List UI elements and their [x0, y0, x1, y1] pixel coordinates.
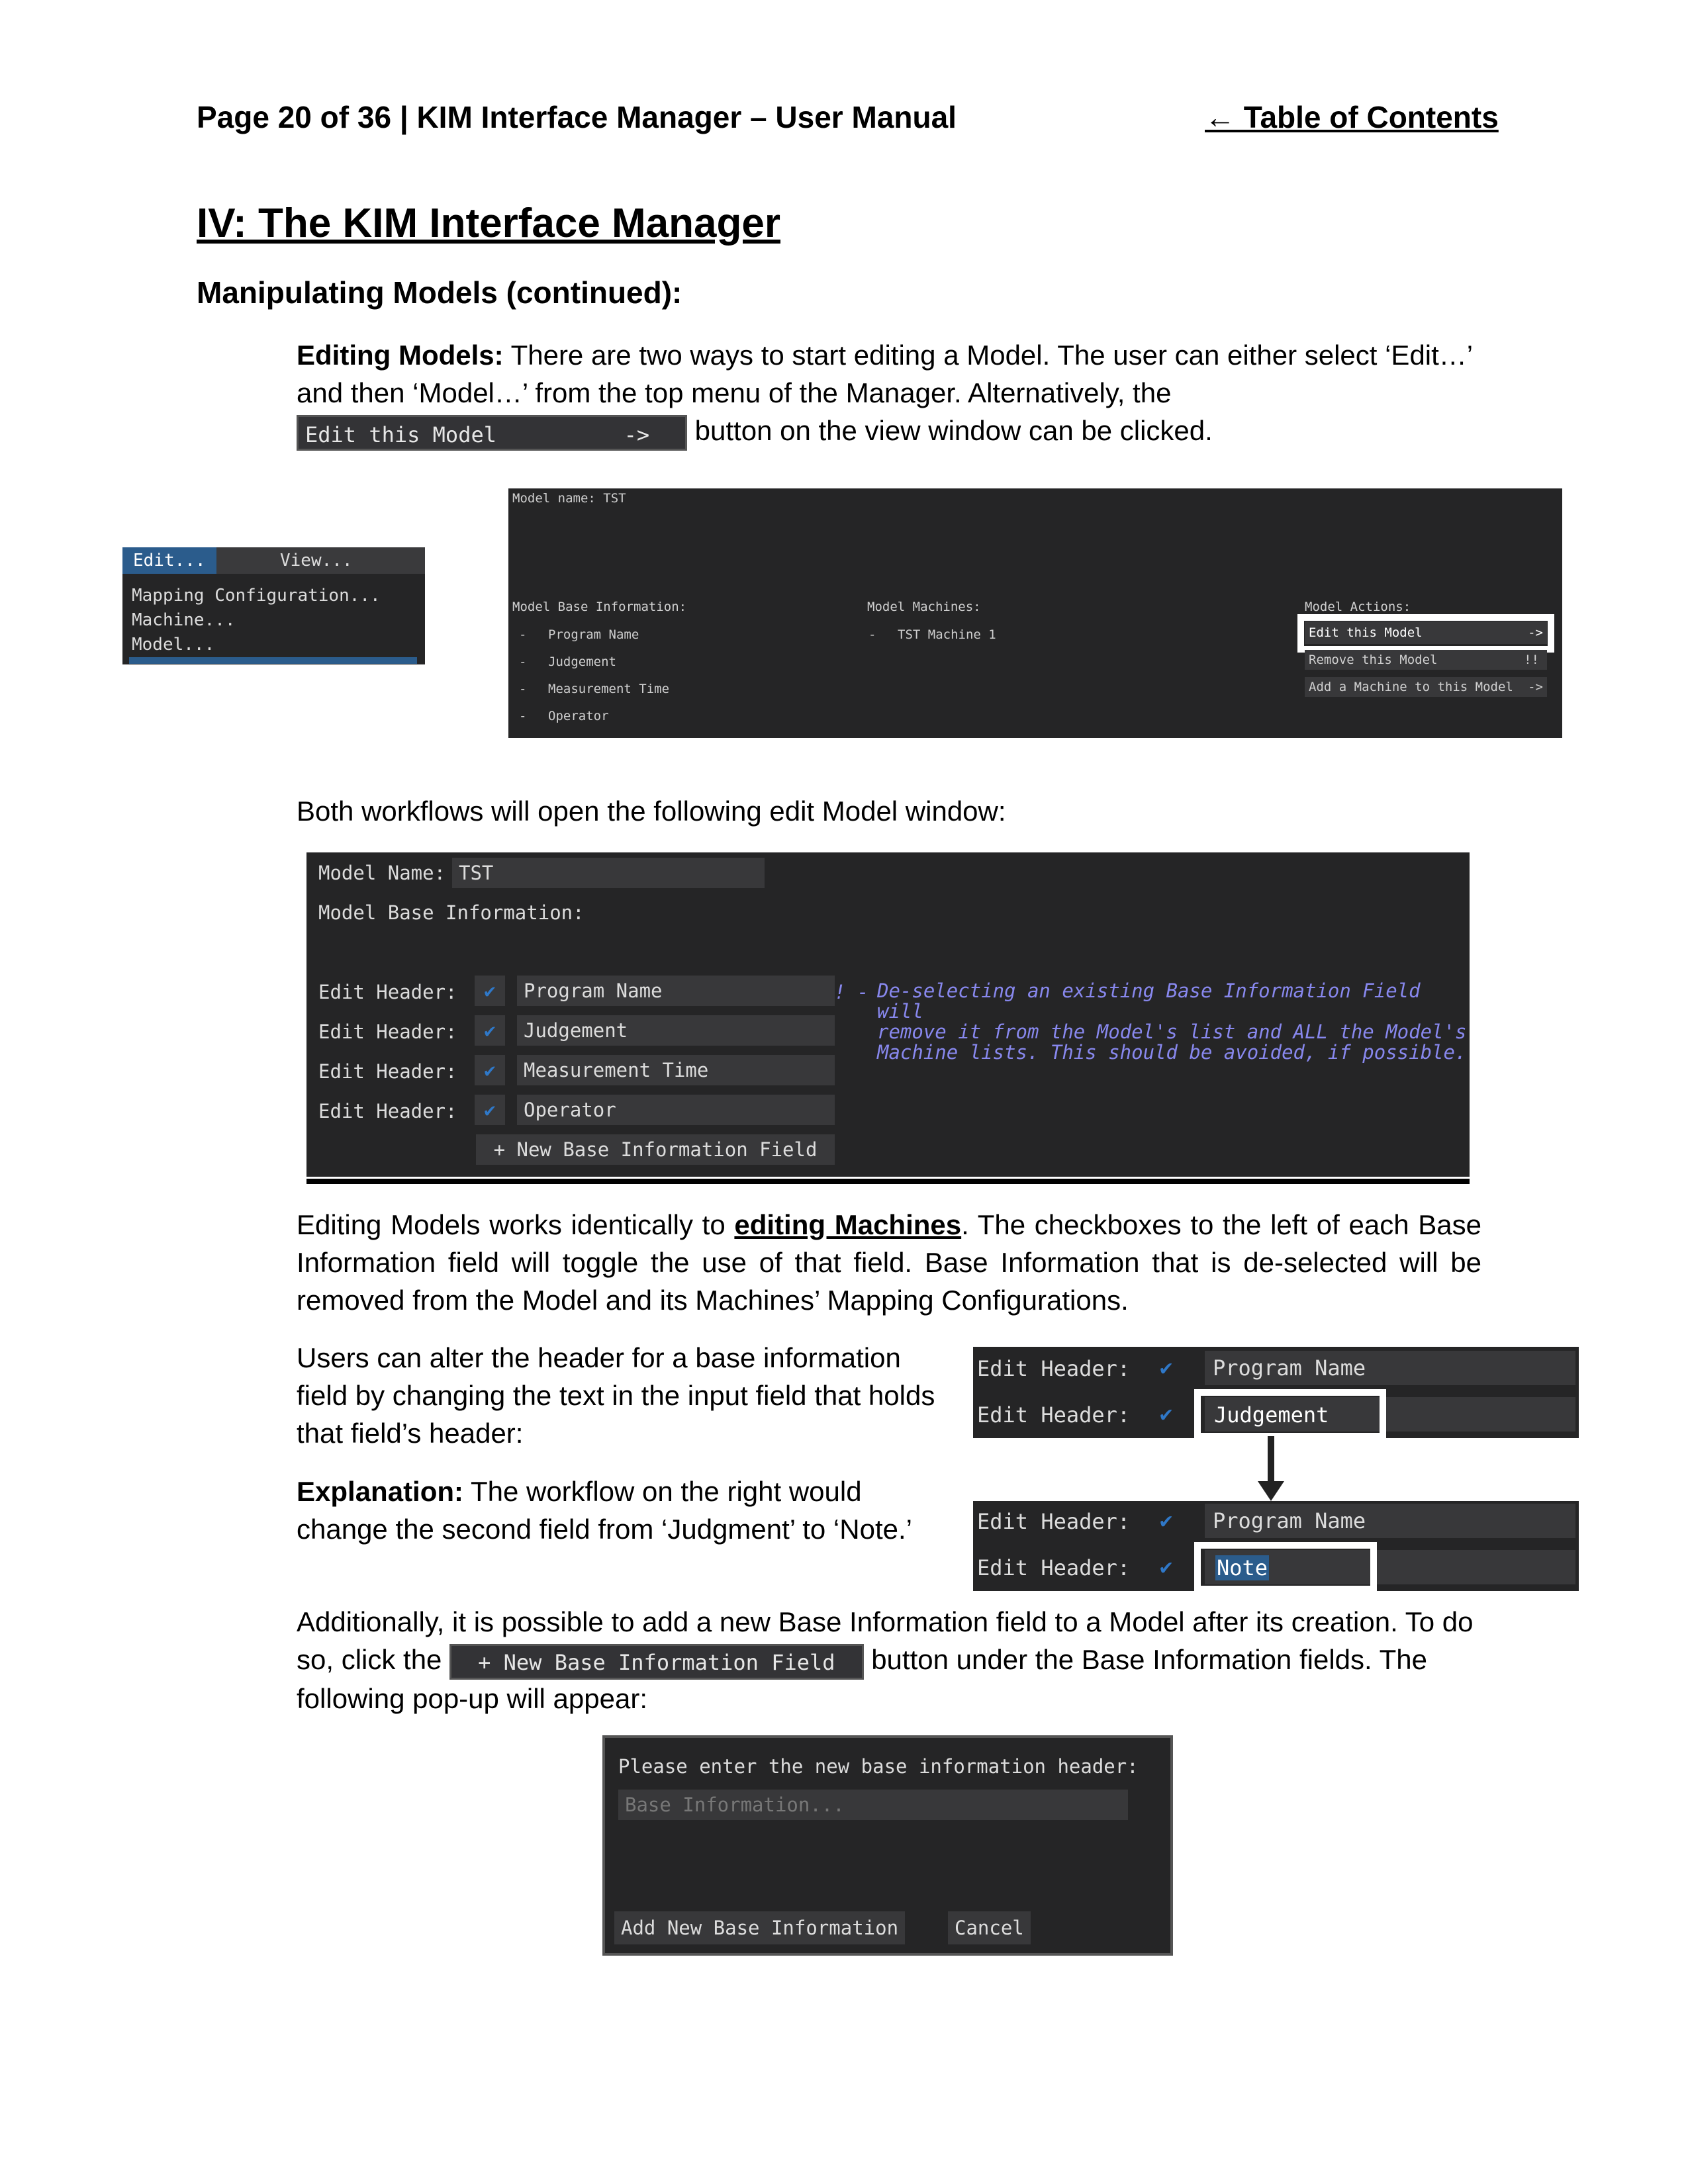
cancel-button[interactable]: Cancel: [948, 1911, 1031, 1944]
after-header-label: Edit Header:: [977, 1555, 1131, 1580]
editing-machines-link[interactable]: editing Machines: [734, 1209, 961, 1240]
view-add-machine-arrow: ->: [1528, 680, 1543, 694]
before-header-label: Edit Header:: [977, 1356, 1131, 1381]
base-field-checkbox[interactable]: ✔: [475, 976, 505, 1006]
add-new-base-information-button[interactable]: Add New Base Information: [614, 1911, 906, 1944]
edit-name-label: Model Name:: [318, 862, 446, 884]
explanation-paragraph: Explanation: The workflow on the right w…: [297, 1473, 955, 1548]
warning-line: remove it from the Model's list and ALL …: [877, 1021, 1467, 1043]
edit-this-model-inline-button[interactable]: Edit this Model ->: [297, 414, 687, 451]
checkbox-icon[interactable]: ✔: [1160, 1355, 1172, 1380]
view-edit-model-label: Edit this Model: [1309, 625, 1423, 640]
view-machine-item: TST Machine 1: [898, 627, 996, 642]
menu-tab-view[interactable]: View...: [280, 547, 353, 574]
page-header: Page 20 of 36 | KIM Interface Manager – …: [197, 100, 957, 134]
view-base-item: Program Name: [548, 627, 639, 642]
before-header-label: Edit Header:: [977, 1402, 1131, 1428]
new-base-information-popup: Please enter the new base information he…: [602, 1735, 1173, 1956]
model-view-window: Model name: TST Model Base Information: …: [508, 488, 1562, 738]
warning-prefix: ! -: [834, 981, 869, 1003]
after-edit-screenshot: Edit Header: ✔ Program Name Edit Header:…: [973, 1501, 1579, 1592]
after-input-program[interactable]: Program Name: [1205, 1504, 1575, 1538]
view-remove-model-label: Remove this Model: [1309, 653, 1438, 667]
before-edit-screenshot: Edit Header: ✔ Program Name Edit Header:…: [973, 1347, 1579, 1439]
header-input[interactable]: Measurement Time: [517, 1055, 835, 1085]
header-input[interactable]: Program Name: [517, 976, 835, 1006]
edit-header-label: Edit Header:: [318, 981, 457, 1003]
table-of-contents-link[interactable]: ← Table of Contents: [1205, 99, 1499, 135]
warning-line: De-selecting an existing Base Informatio…: [877, 979, 1421, 1023]
header-input[interactable]: Judgement: [517, 1015, 835, 1046]
editing-models-lead: Editing Models:: [297, 340, 504, 371]
base-field-checkbox[interactable]: ✔: [475, 1095, 505, 1125]
view-base-bullet: -: [519, 655, 527, 669]
view-edit-model-arrow: ->: [1528, 625, 1543, 640]
new-base-information-field-button[interactable]: + New Base Information Field: [476, 1134, 835, 1165]
view-add-machine-label: Add a Machine to this Model: [1309, 680, 1513, 694]
view-machine-bullet: -: [868, 627, 876, 642]
view-remove-model-suffix: !!: [1524, 653, 1539, 667]
menu-item-mapping[interactable]: Mapping Configuration...: [132, 584, 381, 608]
additionally-paragraph: Additionally, it is possible to add a ne…: [297, 1603, 1481, 1717]
checkbox-icon[interactable]: ✔: [1160, 1508, 1172, 1533]
warning-line: Machine lists. This should be avoided, i…: [877, 1041, 1467, 1064]
header-input[interactable]: Operator: [517, 1095, 835, 1125]
checkbox-icon[interactable]: ✔: [1160, 1554, 1172, 1579]
base-field-checkbox[interactable]: ✔: [475, 1015, 505, 1046]
warning-text: De-selecting an existing Base Informatio…: [877, 981, 1470, 1063]
new-base-information-field-inline-button[interactable]: + New Base Information Field: [449, 1643, 864, 1680]
alter-header-paragraph: Users can alter the header for a base in…: [297, 1342, 935, 1449]
edit-window-underline: [306, 1179, 1470, 1184]
view-remove-model-button[interactable]: Remove this Model !!: [1305, 650, 1547, 670]
view-base-heading: Model Base Information:: [512, 600, 687, 614]
edit-header-label: Edit Header:: [318, 1021, 457, 1043]
model-name-input[interactable]: TST: [452, 858, 765, 888]
view-base-item: Measurement Time: [548, 682, 670, 696]
view-base-bullet: -: [519, 682, 527, 696]
base-field-checkbox[interactable]: ✔: [475, 1055, 505, 1085]
view-machines-heading: Model Machines:: [867, 600, 981, 614]
menu-item-highlight: [129, 657, 417, 664]
view-add-machine-button[interactable]: Add a Machine to this Model ->: [1305, 677, 1547, 697]
view-model-name: Model name: TST: [512, 491, 626, 506]
before-input-program[interactable]: Program Name: [1205, 1351, 1575, 1385]
popup-prompt: Please enter the new base information he…: [618, 1755, 1139, 1778]
identical-text-1: Editing Models works identically to: [297, 1209, 735, 1240]
edit-menu-screenshot: Edit... View... Mapping Configuration...…: [122, 547, 425, 664]
before-input-judgement[interactable]: Judgement: [1214, 1402, 1329, 1428]
after-header-label: Edit Header:: [977, 1509, 1131, 1534]
view-actions-heading: Model Actions:: [1305, 600, 1411, 614]
subsection-title: Manipulating Models (continued):: [197, 275, 682, 310]
section-title: IV: The KIM Interface Manager: [197, 201, 780, 246]
editing-identically-paragraph: Editing Models works identically to edit…: [297, 1206, 1481, 1319]
view-base-bullet: -: [519, 627, 527, 642]
both-workflows-text: Both workflows will open the following e…: [297, 796, 1006, 827]
view-base-bullet: -: [519, 709, 527, 723]
view-edit-model-button[interactable]: Edit this Model ->: [1305, 621, 1547, 644]
editing-models-paragraph: Editing Models: There are two ways to st…: [297, 336, 1481, 451]
checkbox-icon[interactable]: ✔: [1160, 1401, 1172, 1426]
view-base-item: Operator: [548, 709, 609, 723]
edit-header-label: Edit Header:: [318, 1100, 457, 1122]
view-base-item: Judgement: [548, 655, 616, 669]
menu-item-machine[interactable]: Machine...: [132, 608, 236, 633]
menu-item-model[interactable]: Model...: [132, 633, 214, 657]
down-arrow-icon: [1258, 1436, 1284, 1501]
edit-header-label: Edit Header:: [318, 1060, 457, 1083]
menu-tab-edit[interactable]: Edit...: [122, 547, 216, 574]
after-input-note[interactable]: Note: [1215, 1555, 1270, 1580]
explanation-lead: Explanation:: [297, 1476, 464, 1507]
editing-models-text-2: button on the view window can be clicked…: [687, 415, 1213, 446]
edit-base-heading: Model Base Information:: [318, 901, 585, 924]
base-information-input[interactable]: [618, 1790, 1128, 1820]
edit-model-window: Model Name: TST Model Base Information: …: [306, 852, 1470, 1177]
